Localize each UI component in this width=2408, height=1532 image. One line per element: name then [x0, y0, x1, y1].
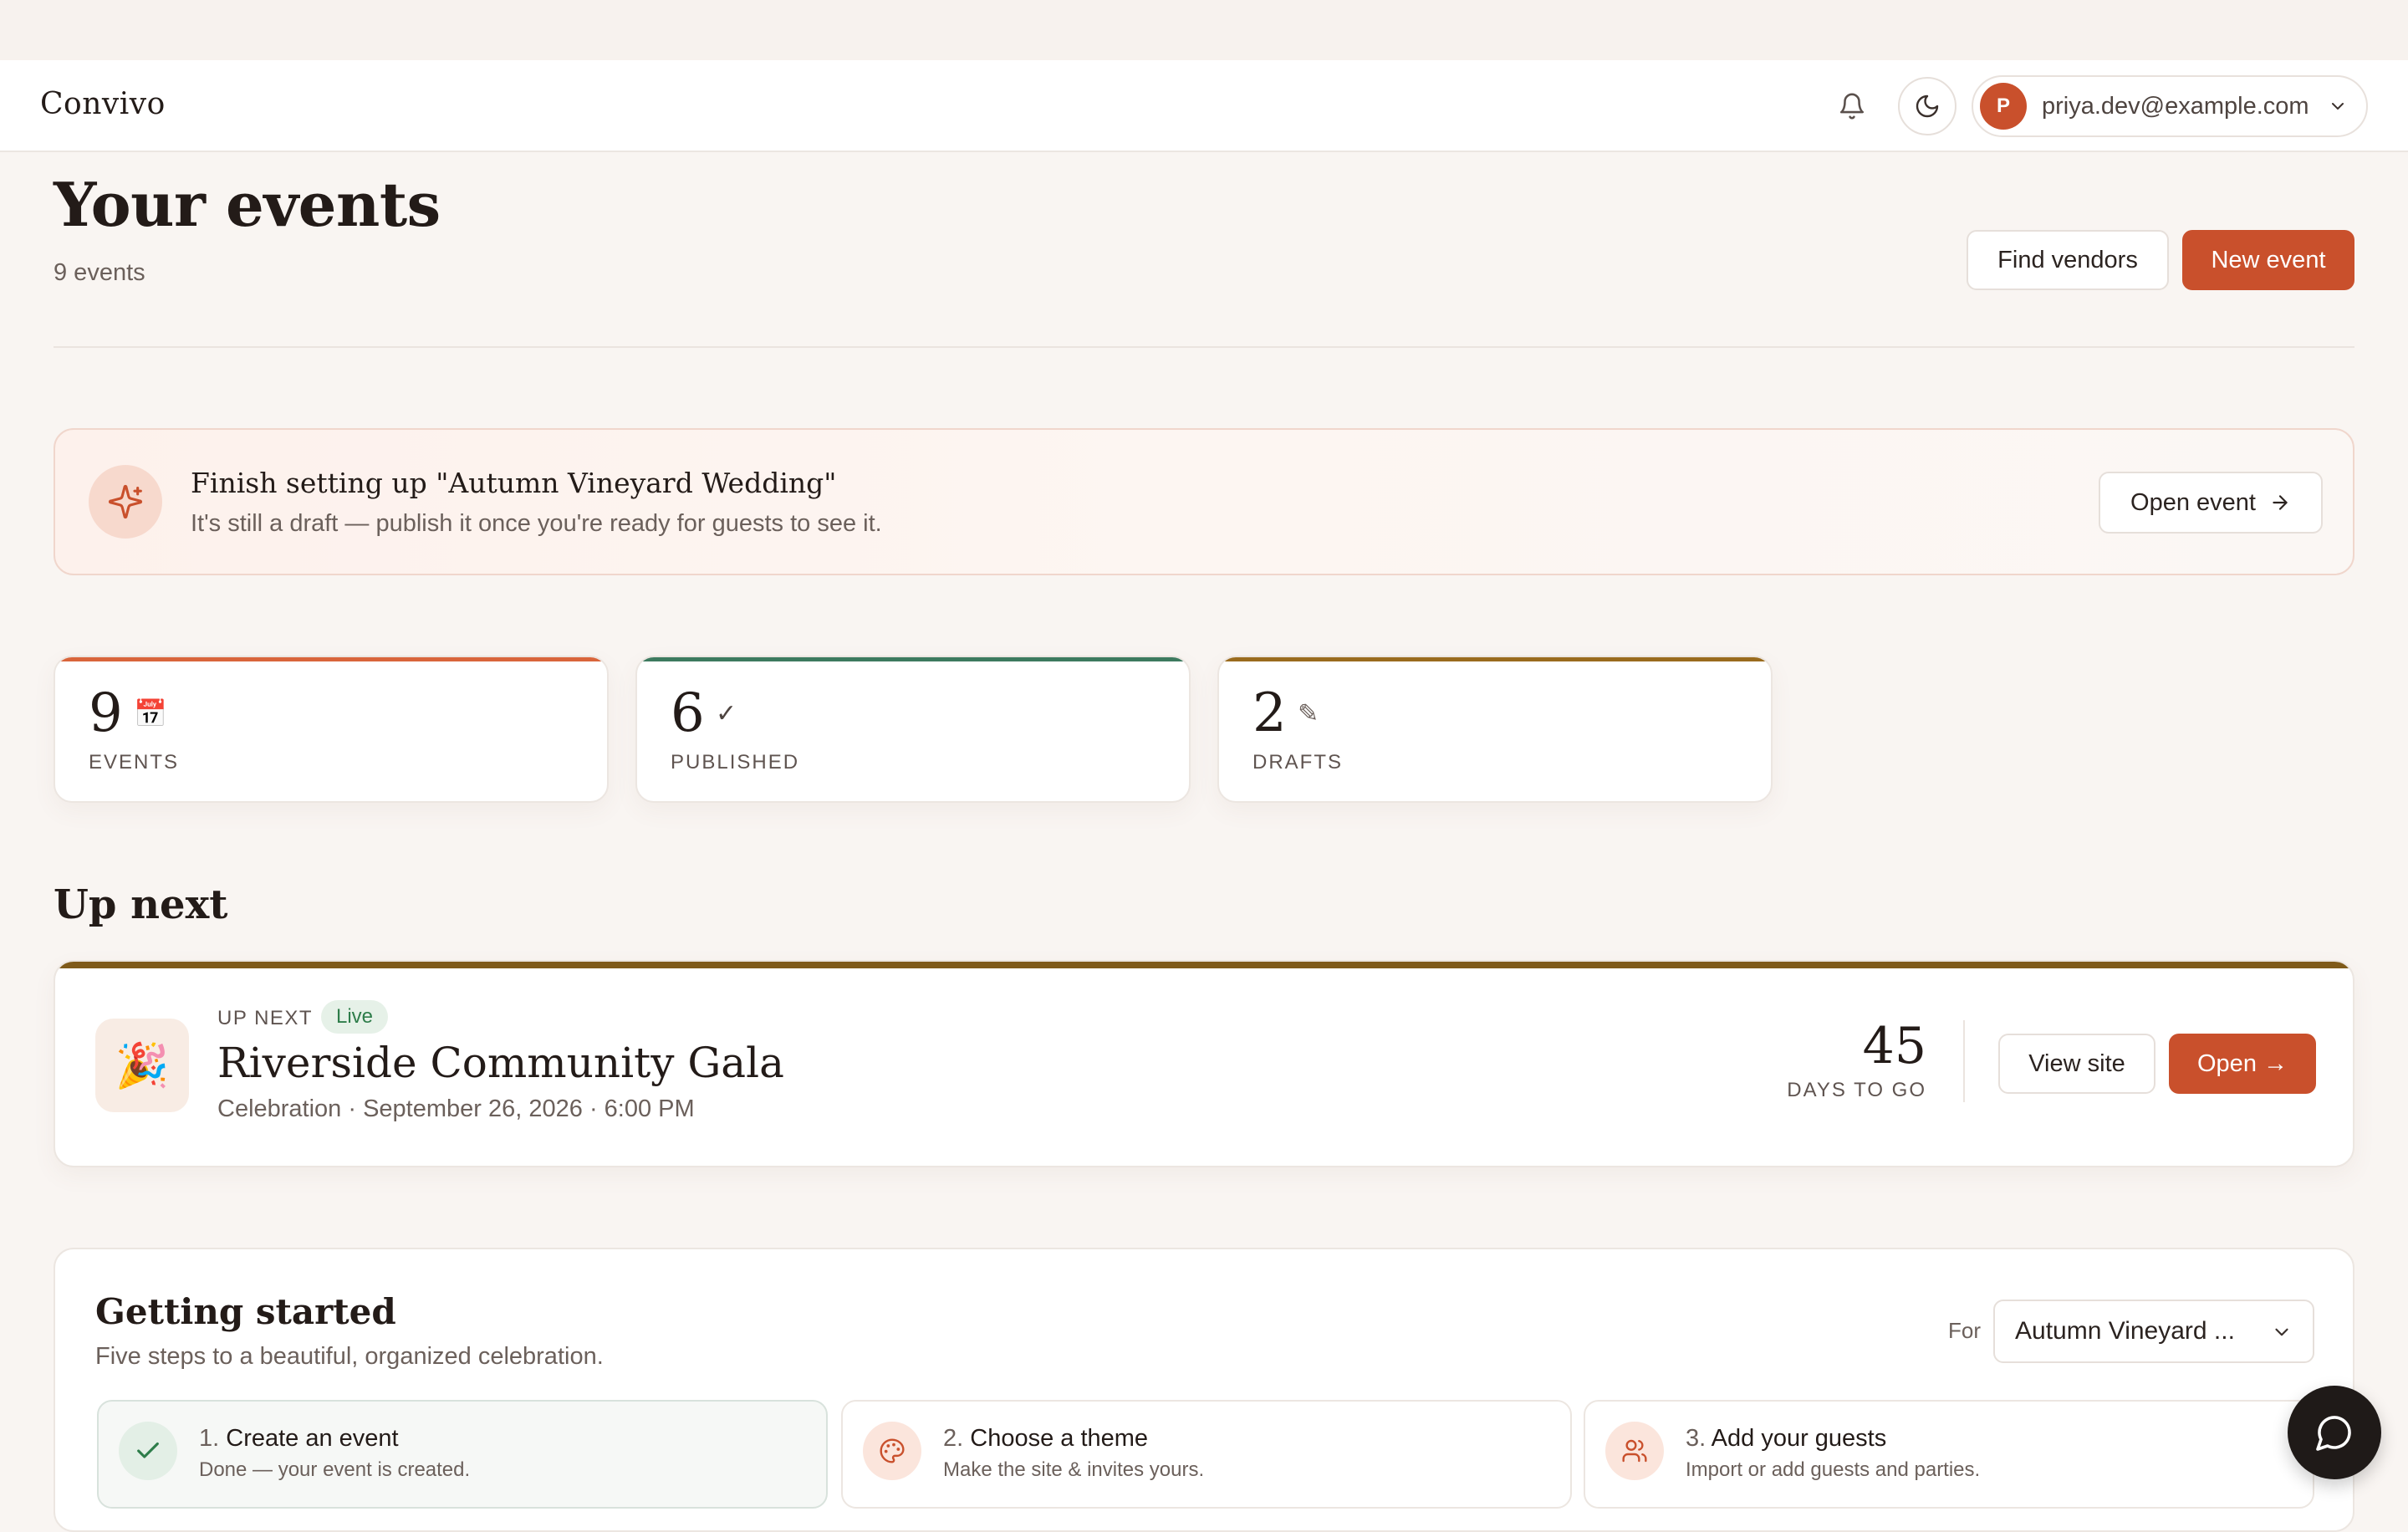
check-icon: ✓ — [716, 700, 737, 728]
stat-card-published: 6 ✓ PUBLISHED — [635, 656, 1191, 803]
pencil-icon: ✎ — [1298, 700, 1319, 728]
page-title: Your events — [54, 169, 441, 240]
up-next-card: 🎉 UP NEXT Live Riverside Community Gala … — [54, 960, 2354, 1167]
stat-value: 2 — [1252, 682, 1287, 744]
days-to-go-label: DAYS TO GO — [1787, 1079, 1926, 1101]
user-menu-button[interactable]: P priya.dev@example.com — [1972, 75, 2368, 137]
stat-card-events: 9 📅 EVENTS — [54, 656, 609, 803]
stat-label: DRAFTS — [1252, 751, 1343, 774]
party-popper-icon: 🎉 — [95, 1019, 189, 1112]
moon-icon — [1916, 94, 1939, 118]
setup-banner: Finish setting up "Autumn Vineyard Weddi… — [54, 428, 2354, 575]
step-number: 1. — [199, 1425, 220, 1452]
for-label: For — [1948, 1318, 1981, 1343]
card-accent-bar — [55, 962, 2353, 968]
step-create-event[interactable]: 1. Create an event Done — your event is … — [97, 1400, 828, 1509]
stat-accent-bar — [1219, 657, 1771, 661]
status-badge: Live — [321, 1000, 389, 1034]
stat-accent-bar — [637, 657, 1189, 661]
top-strip — [0, 0, 2408, 60]
chevron-down-icon — [2275, 1328, 2288, 1336]
getting-started-title: Getting started — [95, 1291, 396, 1332]
step-title: 1. Create an event — [199, 1425, 399, 1453]
sparkle-icon — [89, 465, 162, 539]
stat-value: 9 — [89, 682, 123, 744]
days-to-go-value: 45 — [1862, 1017, 1926, 1075]
step-number: 3. — [1686, 1425, 1707, 1452]
step-title-text: Create an event — [226, 1425, 399, 1452]
arrow-right-icon — [2273, 495, 2288, 510]
chevron-down-icon — [2331, 103, 2344, 110]
step-title-text: Choose a theme — [970, 1425, 1149, 1452]
calendar-icon: 📅 — [134, 698, 167, 728]
event-name: Riverside Community Gala — [217, 1039, 784, 1087]
open-event-label: Open event — [2130, 488, 2256, 516]
getting-started-subtitle: Five steps to a beautiful, organized cel… — [95, 1343, 604, 1370]
event-count: 9 events — [54, 259, 145, 286]
chat-bubble-icon — [2316, 1416, 2351, 1451]
theme-toggle-button[interactable] — [1898, 77, 1956, 135]
stat-accent-bar — [55, 657, 607, 661]
up-next-heading: Up next — [54, 881, 228, 928]
user-email: priya.dev@example.com — [2042, 92, 2309, 120]
step-title: 2. Choose a theme — [943, 1425, 1148, 1453]
stat-card-drafts: 2 ✎ DRAFTS — [1217, 656, 1773, 803]
step-subtitle: Make the site & invites yours. — [943, 1458, 1205, 1481]
top-nav-bar: Convivo P priya.dev@example.com — [0, 60, 2408, 152]
stat-label: PUBLISHED — [671, 751, 800, 774]
step-title: 3. Add your guests — [1686, 1425, 1886, 1453]
getting-started-card: Getting started Five steps to a beautifu… — [54, 1248, 2354, 1532]
up-next-kicker: UP NEXT — [217, 1007, 314, 1029]
step-subtitle: Done — your event is created. — [199, 1458, 471, 1481]
event-select[interactable]: Autumn Vineyard ... — [1993, 1300, 2314, 1363]
step-add-guests[interactable]: 3. Add your guests Import or add guests … — [1584, 1400, 2314, 1509]
avatar: P — [1980, 83, 2027, 130]
step-title-text: Add your guests — [1711, 1425, 1887, 1452]
event-select-value: Autumn Vineyard ... — [2015, 1317, 2235, 1345]
stat-value: 6 — [671, 682, 705, 744]
vertical-divider — [1963, 1020, 1965, 1102]
step-subtitle: Import or add guests and parties. — [1686, 1458, 1981, 1481]
palette-icon — [863, 1422, 921, 1480]
stat-label: EVENTS — [89, 751, 180, 774]
brand-logo[interactable]: Convivo — [40, 87, 166, 121]
header-divider — [54, 346, 2354, 348]
open-event-primary-button[interactable]: Open → — [2169, 1034, 2316, 1094]
bell-icon — [1839, 93, 1865, 120]
notifications-button[interactable] — [1823, 77, 1881, 135]
new-event-button[interactable]: New event — [2182, 230, 2354, 290]
check-icon — [119, 1422, 177, 1480]
open-event-button[interactable]: Open event — [2099, 472, 2323, 534]
step-number: 2. — [943, 1425, 964, 1452]
users-icon — [1605, 1422, 1664, 1480]
event-meta: Celebration · September 26, 2026 · 6:00 … — [217, 1095, 695, 1122]
step-choose-theme[interactable]: 2. Choose a theme Make the site & invite… — [841, 1400, 1572, 1509]
chat-button[interactable] — [2288, 1386, 2381, 1479]
view-site-button[interactable]: View site — [1998, 1034, 2155, 1094]
find-vendors-button[interactable]: Find vendors — [1967, 230, 2169, 290]
banner-subtitle: It's still a draft — publish it once you… — [191, 510, 882, 537]
banner-title: Finish setting up "Autumn Vineyard Weddi… — [191, 467, 837, 499]
